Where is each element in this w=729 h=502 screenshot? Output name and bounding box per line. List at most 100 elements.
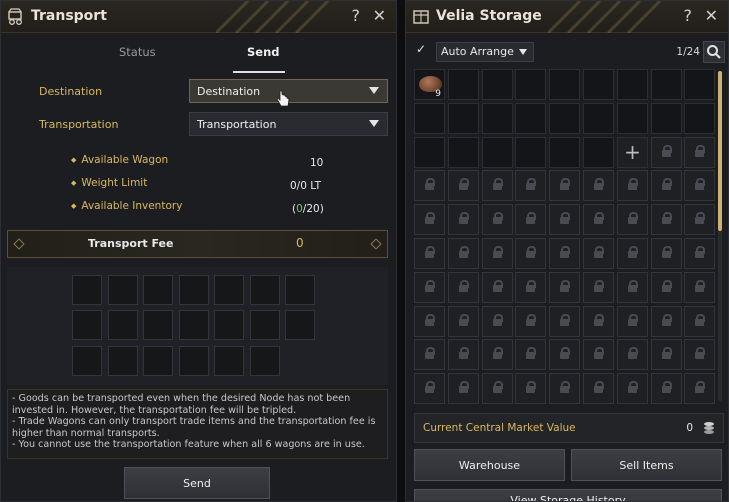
locked-slot[interactable] [684,170,715,201]
locked-slot[interactable] [448,238,479,269]
locked-slot[interactable] [651,272,682,303]
storage-slot[interactable] [684,69,715,100]
transportation-select[interactable]: Transportation [189,112,388,136]
locked-slot[interactable] [515,238,546,269]
transport-slot[interactable] [179,310,209,340]
storage-slot[interactable] [549,137,580,168]
storage-slot[interactable] [482,103,513,134]
locked-slot[interactable] [515,306,546,337]
locked-slot[interactable] [448,170,479,201]
locked-slot[interactable] [684,339,715,370]
transport-slot[interactable] [143,346,173,376]
locked-slot[interactable] [651,339,682,370]
locked-slot[interactable] [651,306,682,337]
storage-slot[interactable] [583,103,614,134]
locked-slot[interactable] [684,306,715,337]
locked-slot[interactable] [583,170,614,201]
scrollbar-thumb[interactable] [718,71,722,231]
locked-slot[interactable] [651,238,682,269]
storage-slot[interactable] [414,137,445,168]
transport-slot[interactable] [250,346,280,376]
storage-slot[interactable] [651,69,682,100]
locked-slot[interactable] [414,272,445,303]
transport-slot[interactable] [108,275,138,305]
transport-titlebar[interactable]: Transport ? ✕ [1,1,396,33]
transport-slot[interactable] [72,346,102,376]
locked-slot[interactable] [549,204,580,235]
transport-slot[interactable] [108,346,138,376]
transport-slot[interactable] [250,275,280,305]
locked-slot[interactable] [583,306,614,337]
locked-slot[interactable] [482,170,513,201]
locked-slot[interactable] [448,339,479,370]
locked-slot[interactable] [414,306,445,337]
locked-slot[interactable] [414,204,445,235]
storage-slot[interactable] [414,103,445,134]
locked-slot[interactable] [651,137,682,168]
locked-slot[interactable] [414,170,445,201]
locked-slot[interactable] [684,204,715,235]
locked-slot[interactable] [482,339,513,370]
transport-slot[interactable] [285,310,315,340]
transport-slot[interactable] [214,310,244,340]
tab-send[interactable]: Send [247,45,280,59]
locked-slot[interactable] [549,339,580,370]
locked-slot[interactable] [482,238,513,269]
locked-slot[interactable] [515,373,546,404]
help-icon[interactable]: ? [352,6,361,25]
locked-slot[interactable] [448,272,479,303]
transport-slot[interactable] [285,275,315,305]
locked-slot[interactable] [583,272,614,303]
locked-slot[interactable] [617,373,648,404]
warehouse-button[interactable]: Warehouse [414,449,565,481]
auto-arrange-select[interactable]: Auto Arrange [436,42,534,62]
tab-status[interactable]: Status [119,45,156,59]
storage-slot[interactable] [617,103,648,134]
storage-scrollbar[interactable] [718,71,722,401]
locked-slot[interactable] [651,373,682,404]
locked-slot[interactable] [414,373,445,404]
locked-slot[interactable] [651,204,682,235]
locked-slot[interactable] [617,238,648,269]
storage-slot[interactable] [684,103,715,134]
locked-slot[interactable] [583,238,614,269]
storage-slot[interactable] [549,69,580,100]
storage-slot[interactable] [651,103,682,134]
locked-slot[interactable] [583,339,614,370]
locked-slot[interactable] [482,306,513,337]
expand-slot-button[interactable]: + [617,137,648,168]
storage-slot-item[interactable]: 9 [414,69,445,100]
locked-slot[interactable] [583,373,614,404]
locked-slot[interactable] [515,339,546,370]
search-button[interactable] [703,41,725,63]
send-button[interactable]: Send [124,467,270,499]
transport-slot[interactable] [143,275,173,305]
locked-slot[interactable] [414,238,445,269]
locked-slot[interactable] [549,272,580,303]
locked-slot[interactable] [448,373,479,404]
transport-slot[interactable] [179,275,209,305]
transport-slot[interactable] [143,310,173,340]
storage-slot[interactable] [583,137,614,168]
storage-slot[interactable] [482,137,513,168]
locked-slot[interactable] [684,137,715,168]
storage-slot[interactable] [482,69,513,100]
locked-slot[interactable] [414,339,445,370]
locked-slot[interactable] [549,238,580,269]
storage-slot[interactable] [448,137,479,168]
transport-slot[interactable] [214,275,244,305]
locked-slot[interactable] [448,306,479,337]
transport-slot[interactable] [250,310,280,340]
locked-slot[interactable] [515,204,546,235]
locked-slot[interactable] [482,204,513,235]
transport-slot[interactable] [179,346,209,376]
storage-slot[interactable] [549,103,580,134]
storage-slot[interactable] [515,137,546,168]
locked-slot[interactable] [549,373,580,404]
locked-slot[interactable] [482,272,513,303]
view-storage-history-button[interactable]: View Storage History [414,489,722,501]
locked-slot[interactable] [617,272,648,303]
locked-slot[interactable] [549,170,580,201]
locked-slot[interactable] [617,306,648,337]
close-icon[interactable]: ✕ [705,6,718,25]
